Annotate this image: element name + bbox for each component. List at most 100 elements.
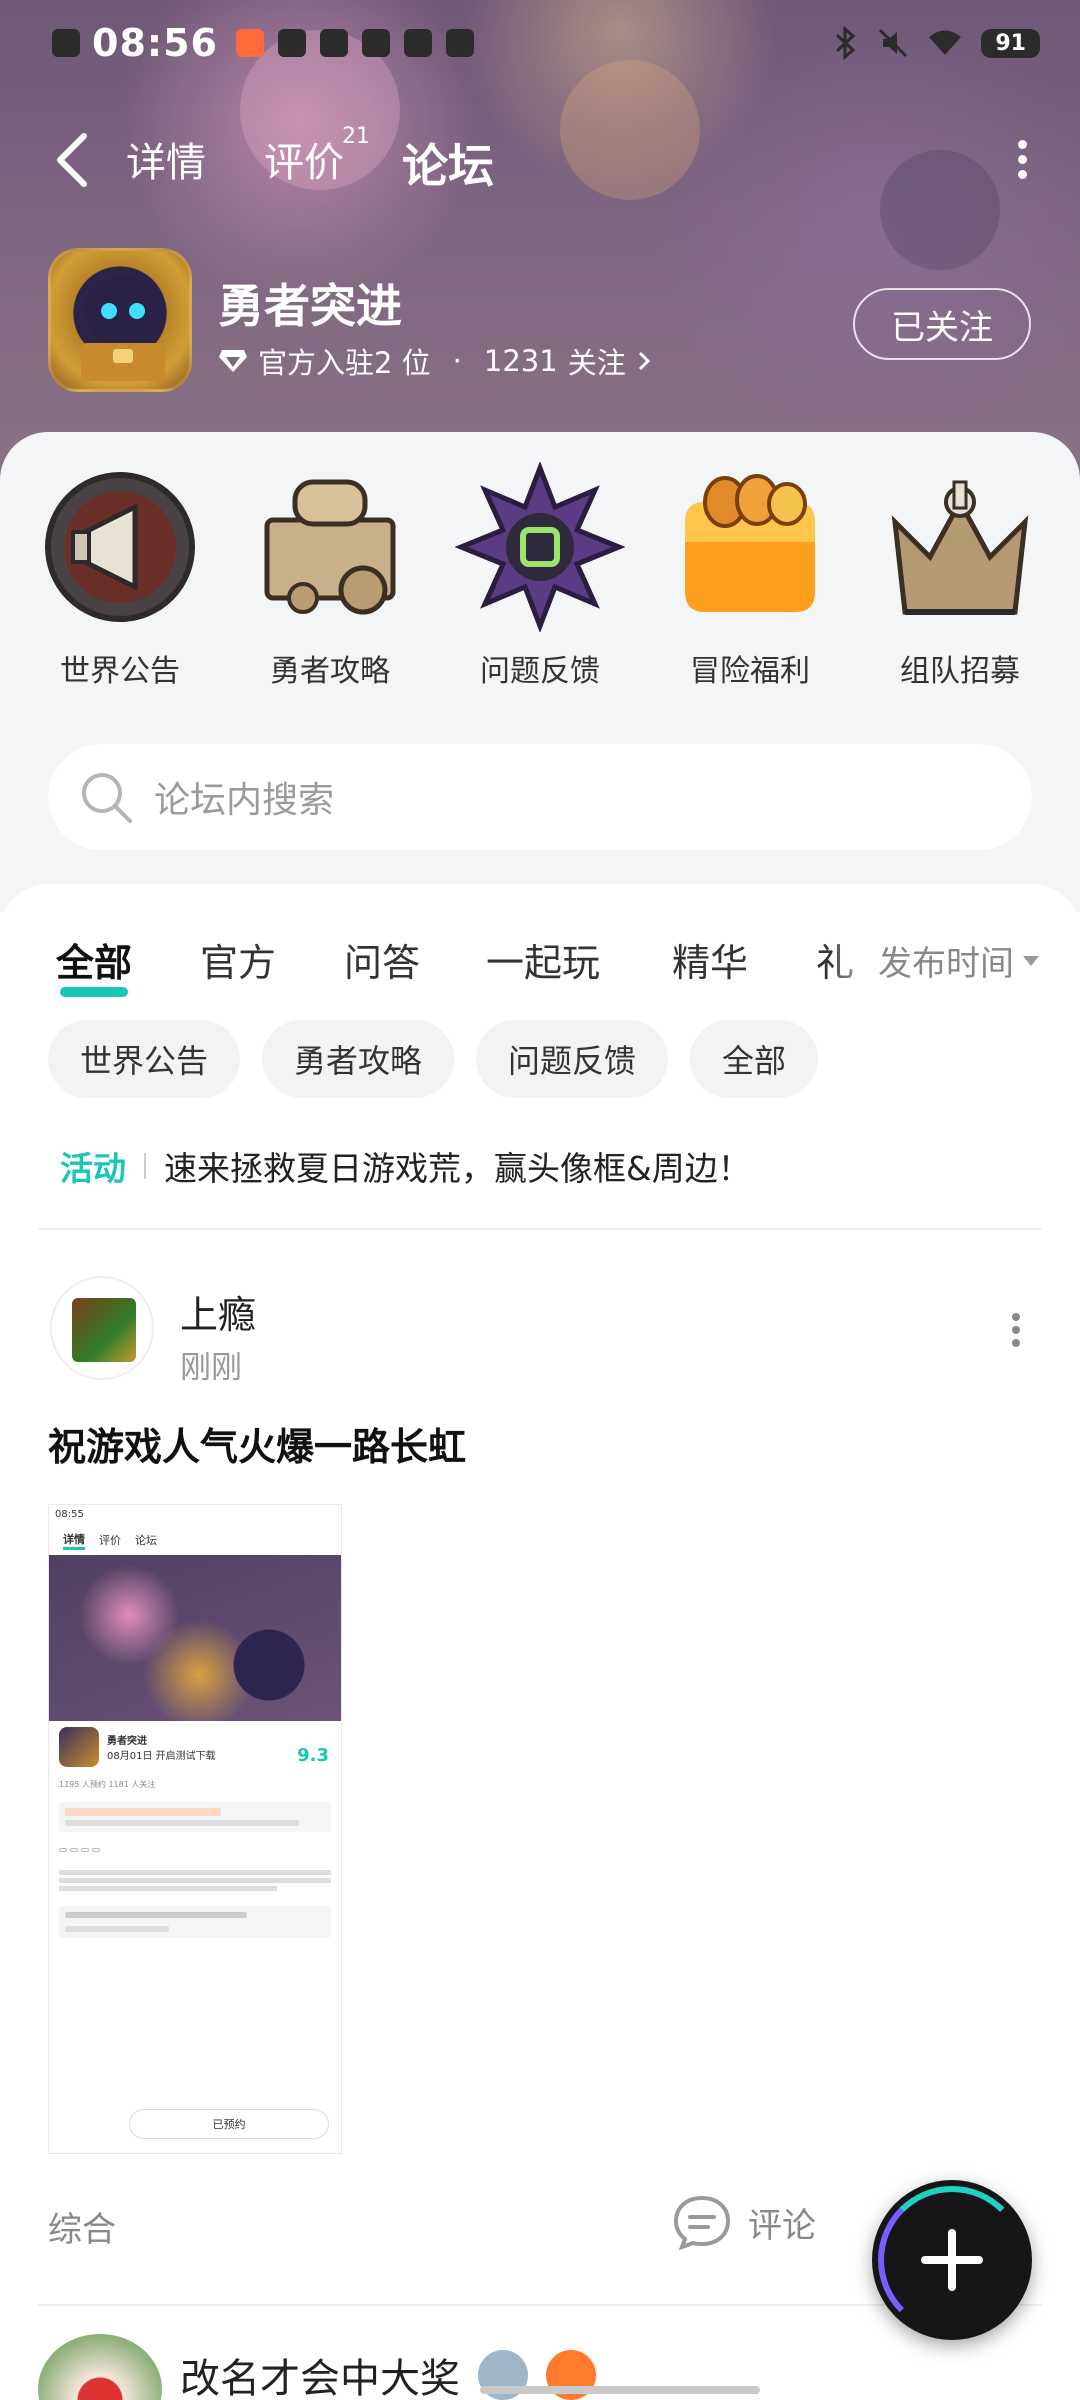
category-world-announcement[interactable]: 世界公告 [30,462,210,690]
screenshot-tab: 评价 [99,1534,121,1547]
jelly-cake-icon [665,462,835,632]
chip-hero-guides[interactable]: 勇者攻略 [262,1020,455,1098]
game-mascot-icon [81,275,165,381]
crown-icon [875,462,1045,632]
fab-ring [878,2186,1026,2334]
activity-text: 速来拯救夏日游戏荒，赢头像框&周边！ [164,1149,751,1188]
screenshot-tab: 详情 [63,1531,85,1550]
category-label: 问题反馈 [480,654,600,689]
search-icon [82,773,132,823]
screenshot-tab: 论坛 [135,1534,157,1547]
video-icon [277,29,306,57]
home-indicator[interactable] [480,2386,760,2394]
category-chips: 世界公告 勇者攻略 问题反馈 全部 [48,1020,819,1098]
screenshot-nav: 详情 评价 论坛 [49,1525,341,1555]
filter-tab-featured[interactable]: 精华 [672,932,748,987]
sort-label: 发布时间 [878,944,1014,984]
screenshot-game-date: 08月01日 开启测试下载 [107,1751,216,1762]
status-app-icons [235,29,474,57]
post-timestamp: 刚刚 [180,1350,242,1386]
caret-down-icon [1023,955,1039,966]
back-icon[interactable] [50,128,100,192]
follower-label[interactable]: 关注 [568,340,626,382]
meta-separator: · [452,344,462,378]
screenshot-stats: 1195 人预约 1181 人关注 [59,1780,156,1789]
chevron-right-icon [638,351,650,371]
screenshot-score: 9.3 [297,1745,329,1766]
chip-all[interactable]: 全部 [690,1020,819,1098]
tiktok-icon [403,29,432,57]
diamond-icon [219,350,247,372]
screenshot-status-time: 08:55 [55,1509,84,1520]
filter-tab-play-together[interactable]: 一起玩 [486,932,600,987]
category-label: 冒险福利 [690,654,810,689]
app-icon [319,29,348,57]
category-adventure-rewards[interactable]: 冒险福利 [660,462,840,690]
post-title[interactable]: 祝游戏人气火爆一路长虹 [48,1416,466,1471]
activity-divider [144,1153,146,1179]
tab-reviews-label: 评价 [264,140,344,186]
divider [38,1228,1042,1230]
bluetooth-icon [836,26,856,60]
more-options-icon[interactable] [1012,134,1032,190]
notification-icon [52,29,80,57]
filter-tab-qa[interactable]: 问答 [344,932,420,987]
avatar[interactable] [38,2334,162,2400]
category-feedback[interactable]: 问题反馈 [450,461,630,690]
chip-world-announcement[interactable]: 世界公告 [48,1020,241,1098]
game-title: 勇者突进 [218,279,402,333]
create-post-button[interactable] [872,2180,1032,2340]
tab-details[interactable]: 详情 [126,130,206,188]
category-label: 世界公告 [60,654,180,689]
app-icon [235,29,264,57]
category-team-recruit[interactable]: 组队招募 [870,462,1050,690]
game-icon[interactable] [48,248,192,392]
treasure-map-icon [245,462,415,632]
game-meta: 官方入驻2 位 · 1231 关注 [218,340,652,382]
spiked-gem-icon [454,461,626,633]
category-hero-guides[interactable]: 勇者攻略 [240,462,420,690]
post-category[interactable]: 综合 [48,2202,116,2251]
screenshot-reserved-button: 已预约 [129,2109,329,2139]
category-label: 勇者攻略 [270,654,390,689]
top-nav: 详情 评价 21 论坛 [0,120,1080,200]
screenshot-banner [49,1555,341,1721]
screenshot-game-info: 勇者突进 08月01日 开启测试下载 [107,1732,216,1762]
forum-categories-panel: 世界公告 勇者攻略 问题反馈 冒险福利 组队招募 论坛内搜索 [0,432,1080,912]
search-placeholder: 论坛内搜索 [154,780,335,821]
activity-banner[interactable]: 活动 速来拯救夏日游戏荒，赢头像框&周边！ [60,1142,751,1190]
status-bar: 08:56 91 [52,18,1040,68]
follow-button[interactable]: 已关注 [853,288,1031,360]
post-image[interactable]: 08:55 详情 评价 论坛 勇者突进 08月01日 开启测试下载 9.3 11… [48,1504,342,2154]
tab-reviews[interactable]: 评价 21 [264,124,370,188]
chip-feedback[interactable]: 问题反馈 [476,1020,669,1098]
follower-count[interactable]: 1231 [484,344,558,378]
filter-tab-all[interactable]: 全部 [56,932,132,997]
screenshot-description [49,1861,341,1900]
status-time: 08:56 [92,21,218,65]
wifi-icon [929,30,962,55]
mute-icon [879,28,908,58]
tab-forum-label: 论坛 [402,139,494,193]
official-count[interactable]: 官方入驻2 位 [258,340,431,382]
comment-button[interactable]: 评论 [672,2194,816,2250]
screenshot-developer-box [59,1906,331,1938]
filter-tab-official[interactable]: 官方 [200,932,276,987]
avatar[interactable] [50,1276,154,1380]
sort-dropdown[interactable]: 发布时间 [838,936,1040,985]
crown-status-icon [361,29,390,57]
tab-forum[interactable]: 论坛 [400,130,496,196]
activity-tag: 活动 [60,1149,126,1188]
review-count-badge: 21 [342,124,370,149]
forum-feed: 全部 官方 问答 一起玩 精华 礼 发布时间 世界公告 勇者攻略 问题反馈 全部… [0,884,1080,2400]
post-more-icon[interactable] [1008,1308,1024,1352]
screenshot-activity-box [59,1802,331,1832]
megaphone-icon [35,462,205,632]
forum-search-bar[interactable]: 论坛内搜索 [48,744,1032,850]
battery-indicator: 91 [981,28,1040,58]
post-username[interactable]: 改名才会中大奖 [180,2346,460,2400]
post-username[interactable]: 上瘾 [180,1284,256,1339]
shield-icon [445,29,474,57]
category-label: 组队招募 [900,654,1020,689]
screenshot-game-title: 勇者突进 [107,1736,147,1747]
